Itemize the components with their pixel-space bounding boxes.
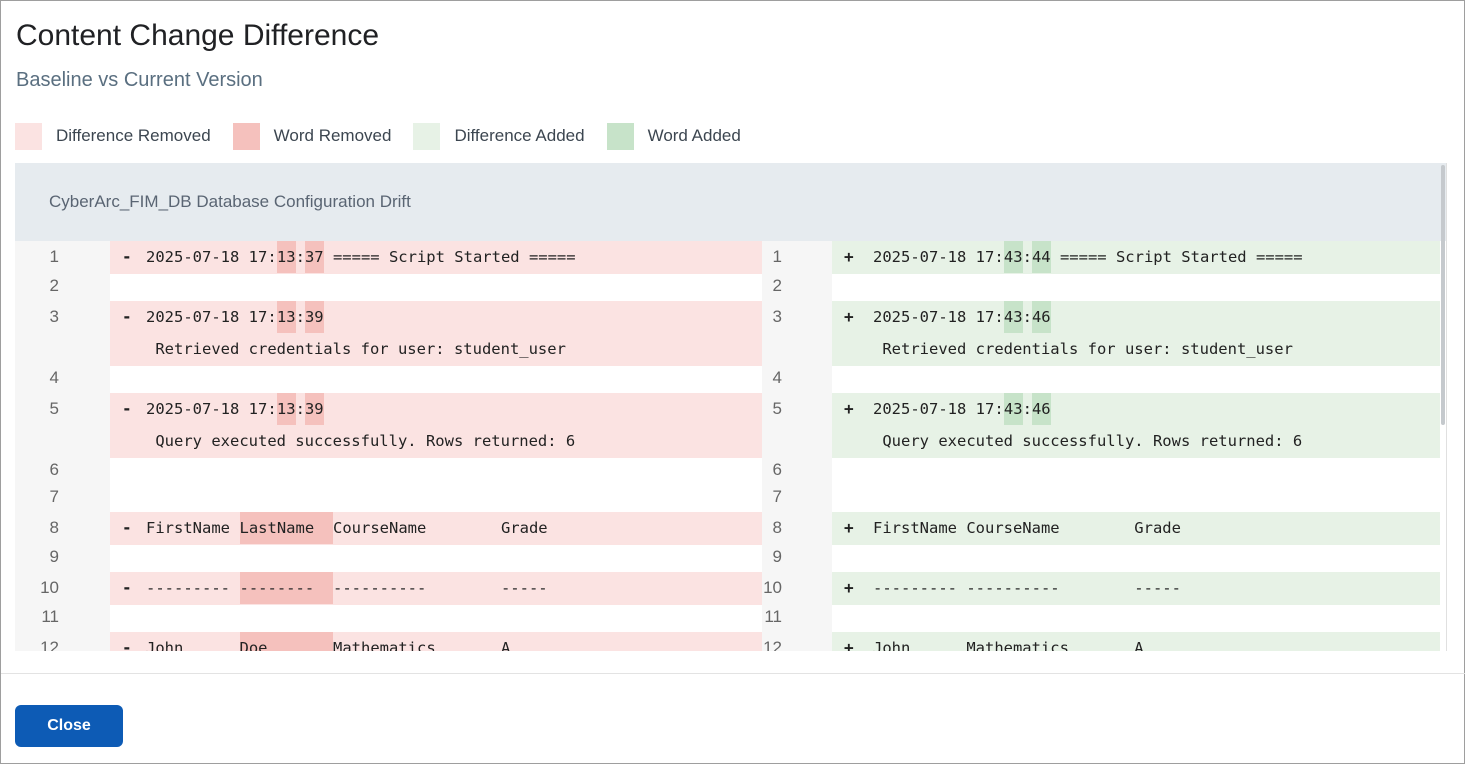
code-text: 2025-07-18 17: <box>873 308 1004 326</box>
vertical-scrollbar[interactable] <box>1441 165 1445 425</box>
code-cell: +2025-07-18 17: 43:46 Query executed succ… <box>832 393 1440 458</box>
dialog-subtitle: Baseline vs Current Version <box>16 69 263 91</box>
code-cell: +2025-07-18 17: 43:46 Retrieved credentia… <box>832 301 1440 366</box>
right-diff-row: 4 <box>15 366 1439 393</box>
code-cell <box>832 274 1440 301</box>
right-diff-row: 7 <box>15 485 1439 512</box>
code-text: ===== Script Started ===== <box>1050 248 1303 266</box>
code-cell <box>832 458 1440 485</box>
diff-panel-header: CyberArc_FIM_DB Database Configuration D… <box>15 163 1446 241</box>
code-cell: +2025-07-18 17: 43:44 ===== Script Starte… <box>832 241 1440 274</box>
footer-divider <box>1 673 1465 674</box>
line-number: 9 <box>772 547 782 566</box>
diff-panel[interactable]: CyberArc_FIM_DB Database Configuration D… <box>15 163 1447 651</box>
line-number: 5 <box>772 399 782 418</box>
legend-item-difference-removed: Difference Removed <box>15 122 211 150</box>
legend-swatch <box>606 122 634 150</box>
code-text: --------- ---------- ----- <box>873 579 1181 597</box>
diff-legend: Difference Removed Word Removed Differen… <box>15 122 763 150</box>
word-added: 44 <box>1031 241 1051 273</box>
legend-swatch <box>232 122 260 150</box>
right-diff-row: 12 + John Mathematics A <box>15 632 1440 651</box>
right-diff-row: 5 +2025-07-18 17: 43:46 Query executed suc… <box>15 393 1440 458</box>
code-cell <box>832 485 1440 512</box>
code-cell: + --------- ---------- ----- <box>832 572 1440 605</box>
added-marker: + <box>844 638 854 651</box>
dialog-title: Content Change Difference <box>16 19 380 52</box>
code-text: John Mathematics A <box>873 639 1144 651</box>
code-text: Retrieved credentials for user: student_… <box>873 340 1293 358</box>
word-added: 46 <box>1031 393 1051 425</box>
right-diff-row: 9 <box>15 545 1439 572</box>
added-marker: + <box>844 578 854 597</box>
right-diff-row: 11 <box>15 605 1439 632</box>
right-diff-row: 3 +2025-07-18 17: 43:46 Retrieved credenti… <box>15 301 1440 366</box>
line-number: 7 <box>772 487 782 506</box>
right-diff-row: 1 +2025-07-18 17: 43:44 ===== Script Start… <box>15 241 1440 274</box>
added-marker: + <box>844 247 854 266</box>
line-number: 12 <box>763 638 782 651</box>
legend-label: Difference Added <box>454 126 585 145</box>
word-added: 43 <box>1003 241 1023 273</box>
line-number: 6 <box>772 460 782 479</box>
added-marker: + <box>844 518 854 537</box>
code-cell: + John Mathematics A <box>832 632 1440 651</box>
legend-item-difference-added: Difference Added <box>413 122 585 150</box>
legend-item-word-added: Word Added <box>606 122 741 150</box>
code-text: Query executed successfully. Rows return… <box>873 432 1303 450</box>
line-number: 10 <box>763 578 782 597</box>
right-diff-row: 6 <box>15 458 1439 485</box>
code-cell <box>832 366 1440 393</box>
code-text: 2025-07-18 17: <box>873 248 1004 266</box>
code-text: : <box>1022 248 1032 266</box>
code-cell <box>832 545 1440 572</box>
code-text: FirstName CourseName Grade <box>873 519 1181 537</box>
line-number: 1 <box>772 247 782 266</box>
line-number: 4 <box>772 368 782 387</box>
legend-item-word-removed: Word Removed <box>232 122 392 150</box>
code-text: 2025-07-18 17: <box>873 400 1004 418</box>
legend-swatch <box>413 122 441 150</box>
line-number: 2 <box>772 276 782 295</box>
code-cell: + FirstName CourseName Grade <box>832 512 1440 545</box>
right-diff-row: 8 + FirstName CourseName Grade <box>15 512 1440 545</box>
word-added: 43 <box>1003 393 1023 425</box>
added-marker: + <box>844 307 854 326</box>
diff-panel-title: CyberArc_FIM_DB Database Configuration D… <box>49 192 411 211</box>
legend-swatch <box>15 122 42 150</box>
code-cell <box>832 605 1440 632</box>
line-number: 3 <box>772 307 782 326</box>
word-added: 43 <box>1003 301 1023 333</box>
legend-label: Word Removed <box>273 126 392 145</box>
right-diff-row: 10 + --------- ---------- ----- <box>15 572 1440 605</box>
close-button[interactable]: Close <box>15 705 123 747</box>
right-diff-row: 2 <box>15 274 1439 301</box>
legend-label: Word Added <box>647 126 741 145</box>
line-number: 8 <box>772 518 782 537</box>
content-change-dialog: Content Change Difference Baseline vs Cu… <box>0 0 1465 764</box>
code-text: : <box>1022 308 1032 326</box>
line-number: 11 <box>764 607 782 626</box>
added-marker: + <box>844 399 854 418</box>
code-text: : <box>1022 400 1032 418</box>
legend-label: Difference Removed <box>56 126 211 145</box>
word-added: 46 <box>1031 301 1051 333</box>
